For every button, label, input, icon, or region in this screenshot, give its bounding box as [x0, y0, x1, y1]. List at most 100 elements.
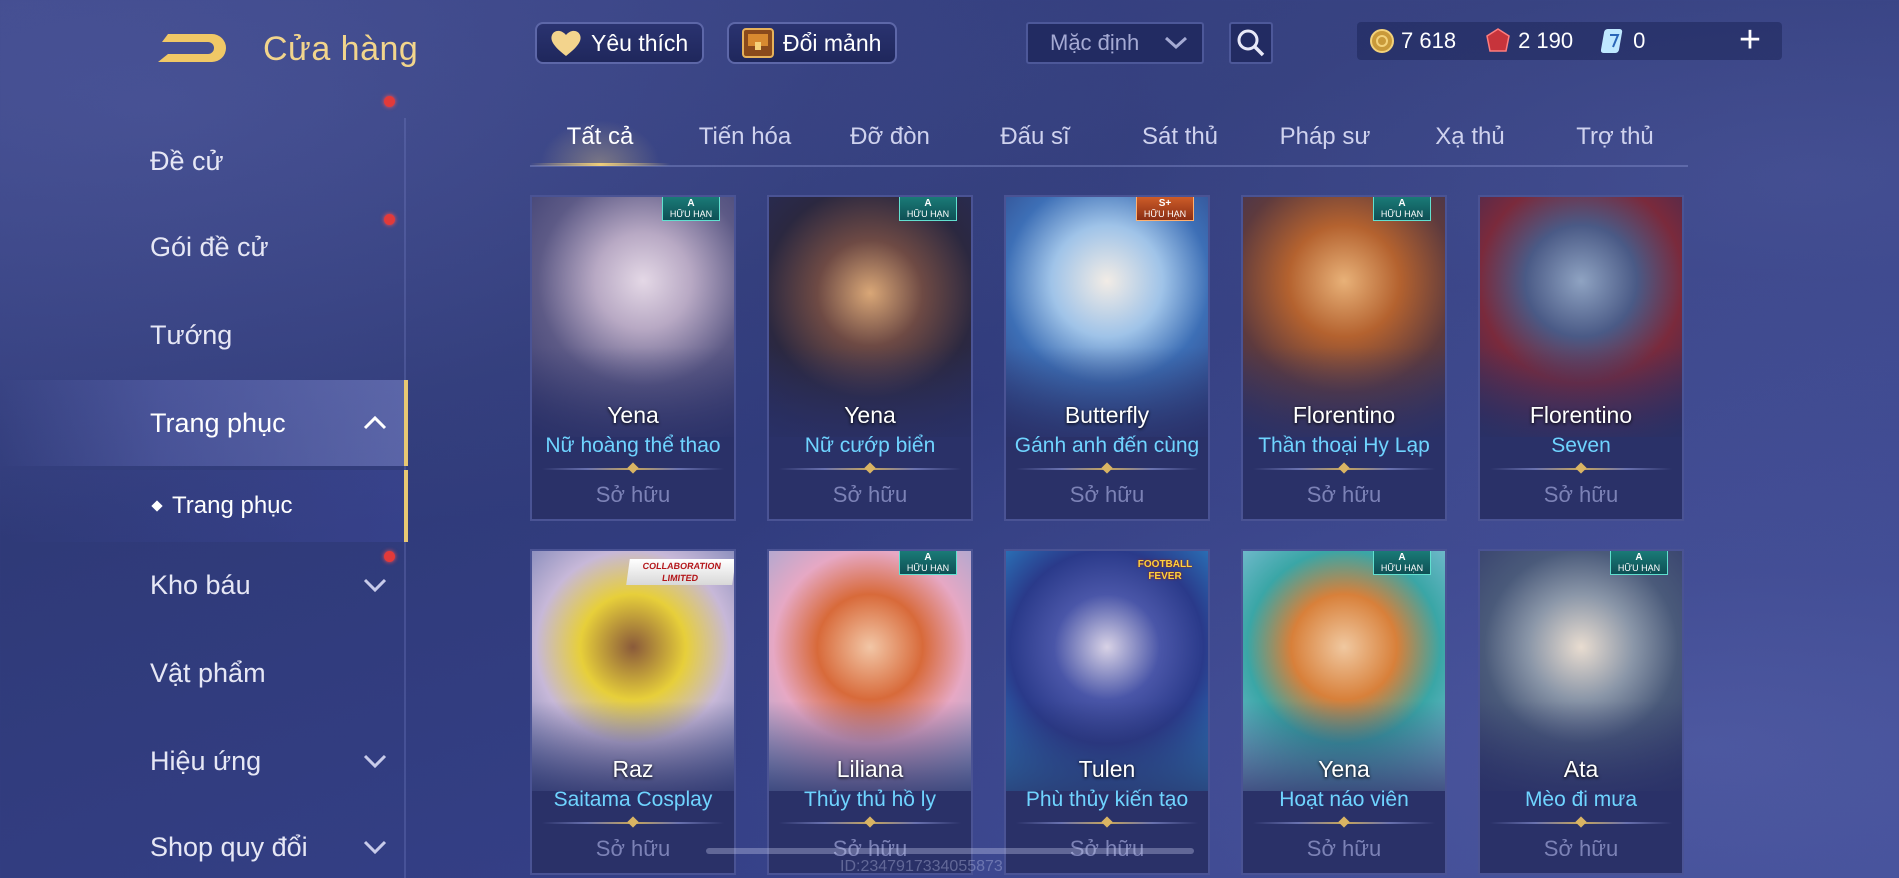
hero-name: Yena: [844, 402, 896, 428]
skin-card[interactable]: COLLABORATION LIMITED Raz Saitama Cospla…: [530, 549, 736, 875]
player-id-watermark: ID:2347917334055873: [840, 858, 1003, 875]
limited-badge: S+ HỮU HẠN: [1136, 197, 1194, 221]
chevron-down-icon: [1164, 36, 1188, 50]
exchange-shards-button[interactable]: Đổi mảnh: [727, 22, 898, 64]
sidebar-item-items[interactable]: Vật phẩm: [0, 630, 408, 716]
add-currency-button[interactable]: +: [1730, 18, 1770, 62]
bullet-diamond-icon: [151, 500, 163, 512]
skin-card[interactable]: S+ HỮU HẠN Butterfly Gánh anh đến cùng Sở…: [1004, 195, 1210, 521]
skin-name: Nữ hoàng thể thao: [545, 434, 721, 457]
voucher-amount: 2 190: [1518, 28, 1574, 53]
currency-bar: 7 618 2 190 0: [1357, 22, 1782, 60]
sidebar-subitem-label: Trang phục: [172, 492, 293, 519]
sidebar-item-label: Đề cử: [150, 146, 224, 176]
skin-card[interactable]: A HỮU HẠN Liliana Thủy thủ hồ ly Sở hữu: [767, 549, 973, 875]
skin-card[interactable]: FOOTBALL FEVER Tulen Phù thủy kiến tạo S…: [1004, 549, 1210, 875]
skin-grid: A HỮU HẠN Yena Nữ hoàng thể thao Sở hữu A…: [530, 195, 1690, 878]
sidebar-item-label: Trang phục: [150, 408, 286, 438]
gold-amount: 7 618: [1401, 28, 1457, 53]
sidebar-item-treasure[interactable]: Kho báu: [0, 542, 408, 628]
category-tabs: Tất cả Tiến hóa Đỡ đòn Đấu sĩ Sát thủ Ph…: [530, 115, 1688, 167]
sidebar-item-recommended-bundles[interactable]: Gói đề cử: [0, 96, 408, 290]
hero-name: Butterfly: [1064, 402, 1150, 428]
owned-status: Sở hữu: [595, 836, 671, 861]
exchange-shards-label: Đổi mảnh: [783, 29, 882, 56]
football-fever-logo: FOOTBALL FEVER: [1137, 559, 1193, 582]
tab-evolution[interactable]: Tiến hóa: [675, 123, 815, 151]
limited-badge: A HỮU HẠN: [1373, 551, 1431, 575]
hero-name: Raz: [612, 756, 654, 782]
skin-card[interactable]: A HỮU HẠN Ata Mèo đi mưa Sở hữu: [1478, 549, 1684, 875]
owned-status: Sở hữu: [1306, 482, 1382, 507]
sidebar: Đề cử Gói đề cử Tướng Trang phục Trang p…: [0, 96, 410, 878]
limited-badge: A HỮU HẠN: [899, 551, 957, 575]
limited-badge: A HỮU HẠN: [899, 197, 957, 221]
hero-name: Yena: [1318, 756, 1370, 782]
limited-badge: A HỮU HẠN: [662, 197, 720, 221]
sidebar-item-exchange-shop[interactable]: Shop quy đổi: [0, 804, 408, 878]
search-button[interactable]: [1229, 22, 1273, 64]
sidebar-item-label: Kho báu: [150, 570, 251, 600]
hero-name: Florentino: [1529, 402, 1633, 428]
skin-name: Thủy thủ hồ ly: [804, 788, 936, 811]
tab-fighter[interactable]: Đấu sĩ: [965, 123, 1105, 151]
back-button[interactable]: [150, 28, 230, 72]
search-icon: [1237, 29, 1265, 57]
gold-coin-icon: [1370, 29, 1394, 53]
hero-name: Tulen: [1078, 756, 1136, 782]
sidebar-item-heroes[interactable]: Tướng: [0, 292, 408, 378]
tab-mage[interactable]: Pháp sư: [1255, 123, 1395, 151]
sort-dropdown[interactable]: Mặc định: [1026, 22, 1204, 64]
sidebar-item-skins[interactable]: Trang phục: [0, 380, 408, 466]
limited-badge: A HỮU HẠN: [1373, 197, 1431, 221]
collaboration-logo: COLLABORATION LIMITED: [626, 559, 734, 585]
voucher-currency: 2 190: [1484, 27, 1573, 55]
chevron-down-icon: [363, 840, 387, 855]
skin-card[interactable]: A HỮU HẠN Yena Nữ hoàng thể thao Sở hữu: [530, 195, 736, 521]
notification-dot: [384, 96, 395, 107]
ticket-amount: 0: [1633, 28, 1646, 53]
owned-status: Sở hữu: [1543, 482, 1619, 507]
tab-tank[interactable]: Đỡ đòn: [820, 123, 960, 151]
skin-name: Hoạt náo viên: [1279, 788, 1409, 811]
notification-dot: [384, 214, 395, 225]
owned-status: Sở hữu: [832, 482, 908, 507]
skin-name: Mèo đi mưa: [1524, 788, 1638, 811]
skin-card[interactable]: Florentino Seven Sở hữu: [1478, 195, 1684, 521]
heart-icon: [547, 26, 585, 60]
skin-name: Gánh anh đến cùng: [1014, 434, 1200, 457]
chevron-up-icon: [363, 415, 387, 430]
hero-name: Ata: [1563, 756, 1599, 782]
skin-name: Seven: [1551, 434, 1611, 457]
home-indicator-bar: [706, 848, 1194, 854]
owned-status: Sở hữu: [1069, 482, 1145, 507]
owned-status: Sở hữu: [1543, 836, 1619, 861]
favorites-label: Yêu thích: [591, 29, 689, 56]
ticket-currency: 0: [1601, 27, 1645, 55]
skin-name: Saitama Cosplay: [553, 788, 713, 811]
skin-name: Thần thoại Hy Lạp: [1258, 434, 1430, 457]
sidebar-item-effects[interactable]: Hiệu ứng: [0, 718, 408, 804]
tab-marksman[interactable]: Xạ thủ: [1400, 123, 1540, 151]
page-title: Cửa hàng: [263, 30, 419, 68]
sidebar-item-label: Hiệu ứng: [150, 746, 262, 776]
favorites-button[interactable]: Yêu thích: [535, 22, 705, 64]
skin-card[interactable]: A HỮU HẠN Yena Nữ cướp biển Sở hữu: [767, 195, 973, 521]
skin-card[interactable]: A HỮU HẠN Yena Hoạt náo viên Sở hữu: [1241, 549, 1447, 875]
owned-status: Sở hữu: [1306, 836, 1382, 861]
tab-assassin[interactable]: Sát thủ: [1110, 123, 1250, 151]
ticket-icon: [1601, 29, 1623, 53]
sidebar-item-label: Gói đề cử: [150, 232, 269, 262]
hero-name: Yena: [607, 402, 659, 428]
active-tab-underline: [530, 163, 670, 166]
skin-card[interactable]: A HỮU HẠN Florentino Thần thoại Hy Lạp Sở…: [1241, 195, 1447, 521]
hero-name: Florentino: [1292, 402, 1396, 428]
sidebar-item-recommended[interactable]: Đề cử: [0, 118, 408, 204]
sidebar-item-label: Vật phẩm: [150, 658, 266, 688]
owned-status: Sở hữu: [595, 482, 671, 507]
tab-all[interactable]: Tất cả: [530, 123, 670, 151]
tab-support[interactable]: Trợ thủ: [1545, 123, 1685, 151]
sidebar-subitem-skins[interactable]: Trang phục: [0, 470, 408, 542]
sort-value: Mặc định: [1050, 30, 1140, 55]
chevron-down-icon: [363, 578, 387, 593]
